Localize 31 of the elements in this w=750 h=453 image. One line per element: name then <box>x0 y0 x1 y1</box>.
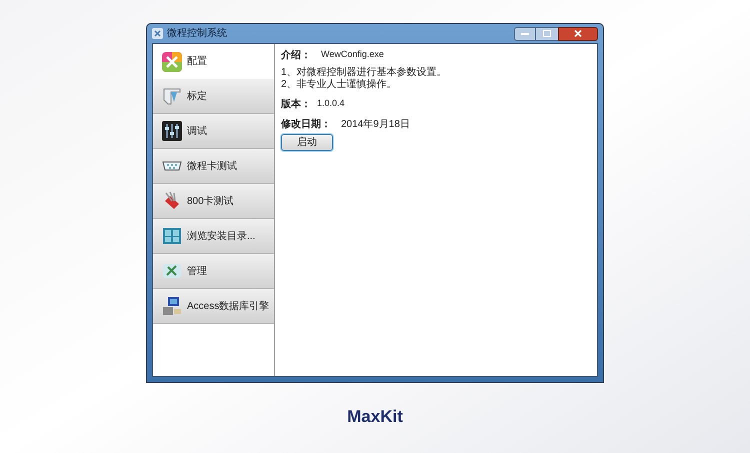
sidebar-item[interactable]: 800卡测试 <box>153 184 274 219</box>
close-button[interactable] <box>558 26 598 40</box>
version-label: 版本： <box>281 98 311 112</box>
app-logo-icon <box>162 52 182 72</box>
sidebar-item[interactable]: 标定 <box>153 79 274 114</box>
note-text: 1、对微程控制器进行基本参数设置。 <box>281 67 448 78</box>
computer-icon <box>162 296 182 316</box>
ruler-icon <box>162 86 182 106</box>
sidebar-item[interactable]: 管理 <box>153 254 274 289</box>
minimize-icon <box>521 32 529 35</box>
start-button[interactable]: 启动 <box>281 134 333 151</box>
sidebar-item[interactable]: 浏览安装目录... <box>153 219 274 254</box>
intro-value: WewConfig.exe <box>321 48 384 62</box>
caption: MaxKit <box>346 406 404 428</box>
sliders-icon <box>162 121 182 141</box>
intro-label: 介绍： <box>281 48 311 62</box>
close-icon <box>574 30 582 37</box>
app-icon <box>152 28 163 39</box>
maximize-icon <box>543 30 551 37</box>
minimize-button[interactable] <box>514 26 536 40</box>
sidebar-item[interactable]: 调试 <box>153 114 274 149</box>
window-title: 微程控制系统 <box>167 26 228 41</box>
folder-icon <box>162 226 182 246</box>
version-value: 1.0.0.4 <box>317 97 345 110</box>
tools-icon <box>162 261 182 281</box>
sidebar-item[interactable]: Access数据库引擎 <box>153 289 274 324</box>
date-label: 修改日期： <box>281 118 331 132</box>
note-text: 2、非专业人士谨慎操作。 <box>281 79 398 91</box>
sidebar-item[interactable]: 微程卡测试 <box>153 149 274 184</box>
date-value: 2014年9月18日 <box>341 118 410 132</box>
maximize-button[interactable] <box>536 26 558 40</box>
